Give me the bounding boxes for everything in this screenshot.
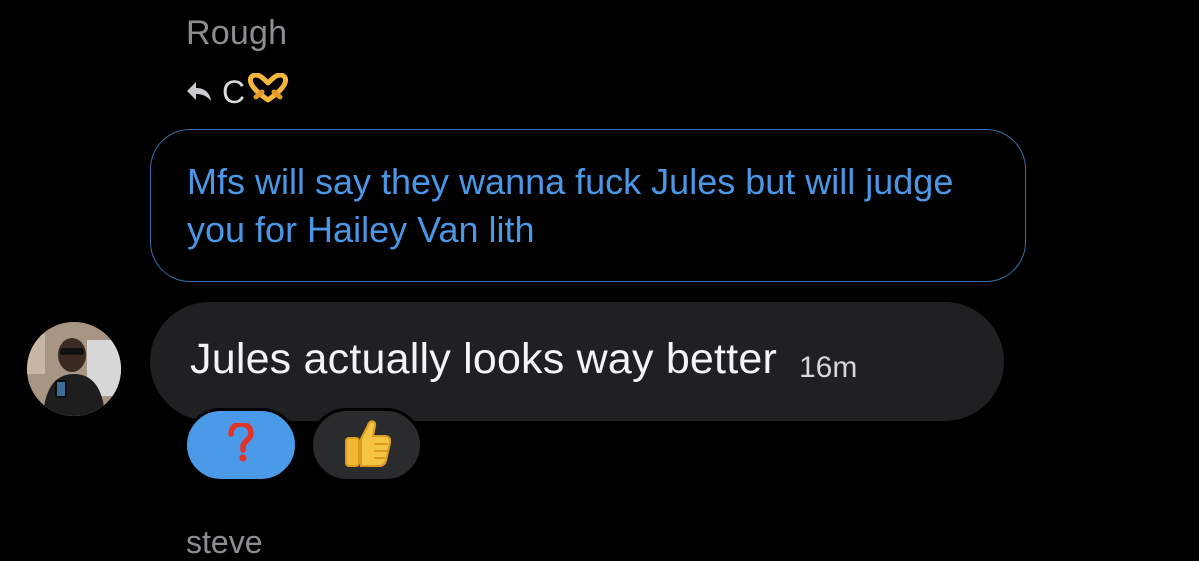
sender-name: Rough	[186, 14, 288, 52]
heart-hands-icon	[247, 72, 289, 111]
reaction-question[interactable]	[184, 408, 298, 482]
reply-target-name: C	[222, 73, 246, 110]
next-sender-name: steve	[186, 524, 263, 560]
reaction-thumbs-up[interactable]	[310, 408, 423, 482]
quoted-message-bubble[interactable]: Mfs will say they wanna fuck Jules but w…	[150, 129, 1026, 282]
quoted-message-text: Mfs will say they wanna fuck Jules but w…	[187, 161, 954, 250]
thumbs-up-icon	[343, 418, 391, 473]
avatar[interactable]	[27, 322, 121, 416]
message-text: Jules actually looks way better	[190, 335, 777, 383]
reply-context[interactable]: C	[186, 72, 289, 111]
message-bubble[interactable]: Jules actually looks way better 16m	[150, 302, 1004, 421]
reply-arrow-icon	[186, 81, 212, 103]
question-mark-icon	[228, 420, 254, 468]
message-timestamp: 16m	[798, 350, 858, 384]
